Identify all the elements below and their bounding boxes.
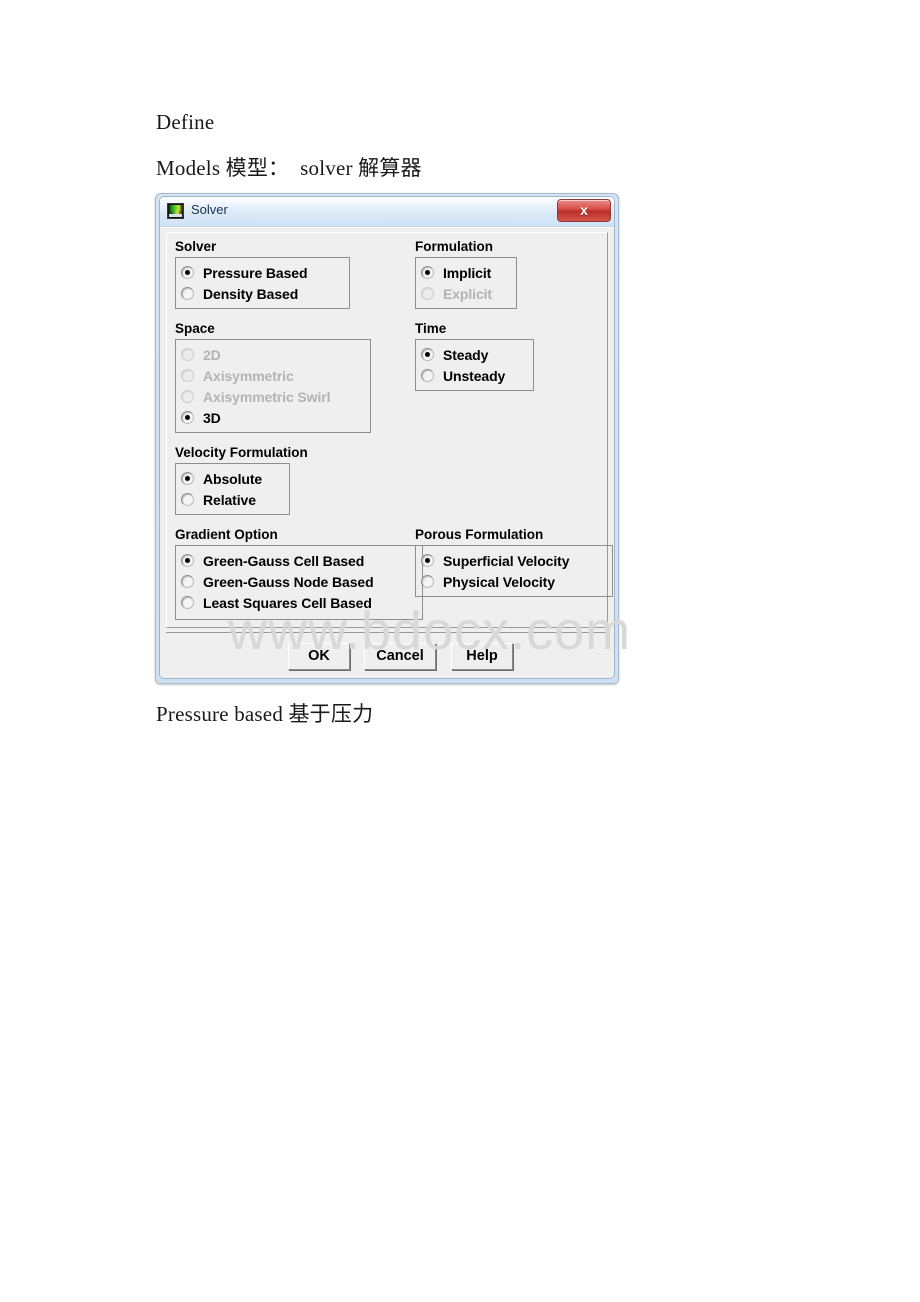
solver-app-icon	[167, 203, 184, 219]
radio-label: Pressure Based	[203, 264, 308, 281]
group-velocity-formulation: Velocity Formulation Absolute Relative	[175, 445, 308, 515]
group-formulation-options: Implicit Explicit	[415, 257, 517, 309]
radio-steady[interactable]: Steady	[421, 344, 528, 365]
radio-icon	[421, 575, 434, 588]
dialog-inner-frame: Solver x Solver Pressure Based Density B…	[159, 196, 615, 679]
group-velocity-formulation-options: Absolute Relative	[175, 463, 290, 515]
ok-button[interactable]: OK	[288, 643, 350, 670]
doc-line-models: Models 模型： solver 解算器	[156, 156, 422, 180]
radio-icon	[181, 348, 194, 361]
dialog-client-area: Solver Pressure Based Density Based Form…	[160, 227, 614, 678]
radio-explicit: Explicit	[421, 283, 511, 304]
radio-superficial-velocity[interactable]: Superficial Velocity	[421, 550, 607, 571]
radio-axisymmetric: Axisymmetric	[181, 365, 365, 386]
radio-label: Axisymmetric	[203, 367, 294, 384]
dialog-button-pane: OK Cancel Help	[166, 632, 608, 674]
radio-icon	[181, 554, 194, 567]
radio-label: Density Based	[203, 285, 299, 302]
radio-icon	[421, 554, 434, 567]
radio-3d[interactable]: 3D	[181, 407, 365, 428]
radio-label: Explicit	[443, 285, 492, 302]
radio-unsteady[interactable]: Unsteady	[421, 365, 528, 386]
radio-label: Absolute	[203, 470, 263, 487]
radio-icon	[181, 390, 194, 403]
group-formulation: Formulation Implicit Explicit	[415, 239, 517, 309]
group-solver-options: Pressure Based Density Based	[175, 257, 350, 309]
dialog-content-pane: Solver Pressure Based Density Based Form…	[166, 232, 613, 628]
dialog-title-bar: Solver x	[160, 197, 614, 227]
group-time-options: Steady Unsteady	[415, 339, 534, 391]
radio-icon	[181, 287, 194, 300]
group-velocity-formulation-label: Velocity Formulation	[175, 445, 308, 460]
group-solver-label: Solver	[175, 239, 217, 254]
radio-axisymmetric-swirl: Axisymmetric Swirl	[181, 386, 365, 407]
radio-absolute[interactable]: Absolute	[181, 468, 284, 489]
radio-green-gauss-node-based[interactable]: Green-Gauss Node Based	[181, 571, 417, 592]
solver-dialog-window: Solver x Solver Pressure Based Density B…	[155, 193, 619, 684]
radio-label: Implicit	[443, 264, 492, 281]
doc-line-define: Define	[156, 110, 215, 134]
radio-label: Axisymmetric Swirl	[203, 388, 331, 405]
radio-implicit[interactable]: Implicit	[421, 262, 511, 283]
radio-icon	[421, 287, 434, 300]
radio-label: Physical Velocity	[443, 573, 555, 590]
radio-icon	[181, 596, 194, 609]
help-button[interactable]: Help	[451, 643, 513, 670]
group-time-label: Time	[415, 321, 447, 336]
radio-least-squares-cell-based[interactable]: Least Squares Cell Based	[181, 592, 417, 613]
radio-icon	[181, 575, 194, 588]
radio-icon	[181, 493, 194, 506]
radio-pressure-based[interactable]: Pressure Based	[181, 262, 344, 283]
dialog-title-text: Solver	[191, 202, 228, 217]
group-porous-formulation-options: Superficial Velocity Physical Velocity	[415, 545, 613, 597]
cancel-button[interactable]: Cancel	[364, 643, 436, 670]
group-space-label: Space	[175, 321, 215, 336]
radio-icon	[421, 266, 434, 279]
group-space: Space 2D Axisymmetric Axisymmetric Swirl…	[175, 321, 371, 433]
radio-label: 3D	[203, 409, 221, 426]
radio-2d: 2D	[181, 344, 365, 365]
radio-label: Relative	[203, 491, 256, 508]
radio-icon	[181, 266, 194, 279]
radio-physical-velocity[interactable]: Physical Velocity	[421, 571, 607, 592]
radio-icon	[421, 348, 434, 361]
radio-green-gauss-cell-based[interactable]: Green-Gauss Cell Based	[181, 550, 417, 571]
icon-band-bottom	[169, 214, 182, 217]
radio-relative[interactable]: Relative	[181, 489, 284, 510]
radio-icon	[181, 472, 194, 485]
radio-label: Green-Gauss Cell Based	[203, 552, 365, 569]
close-glyph: x	[580, 202, 588, 218]
radio-icon	[421, 369, 434, 382]
group-porous-formulation: Porous Formulation Superficial Velocity …	[415, 527, 613, 597]
group-solver: Solver Pressure Based Density Based	[175, 239, 350, 309]
radio-icon	[181, 411, 194, 424]
group-space-options: 2D Axisymmetric Axisymmetric Swirl 3D	[175, 339, 371, 433]
radio-label: Unsteady	[443, 367, 506, 384]
radio-label: Steady	[443, 346, 489, 363]
group-formulation-label: Formulation	[415, 239, 493, 254]
radio-density-based[interactable]: Density Based	[181, 283, 344, 304]
group-porous-formulation-label: Porous Formulation	[415, 527, 544, 542]
doc-line-caption: Pressure based 基于压力	[156, 702, 374, 726]
radio-label: Green-Gauss Node Based	[203, 573, 374, 590]
group-gradient-option-options: Green-Gauss Cell Based Green-Gauss Node …	[175, 545, 423, 620]
close-icon[interactable]: x	[557, 199, 611, 222]
radio-icon	[181, 369, 194, 382]
group-gradient-option-label: Gradient Option	[175, 527, 278, 542]
group-time: Time Steady Unsteady	[415, 321, 534, 391]
group-gradient-option: Gradient Option Green-Gauss Cell Based G…	[175, 527, 423, 620]
radio-label: Least Squares Cell Based	[203, 594, 372, 611]
radio-label: Superficial Velocity	[443, 552, 570, 569]
radio-label: 2D	[203, 346, 221, 363]
